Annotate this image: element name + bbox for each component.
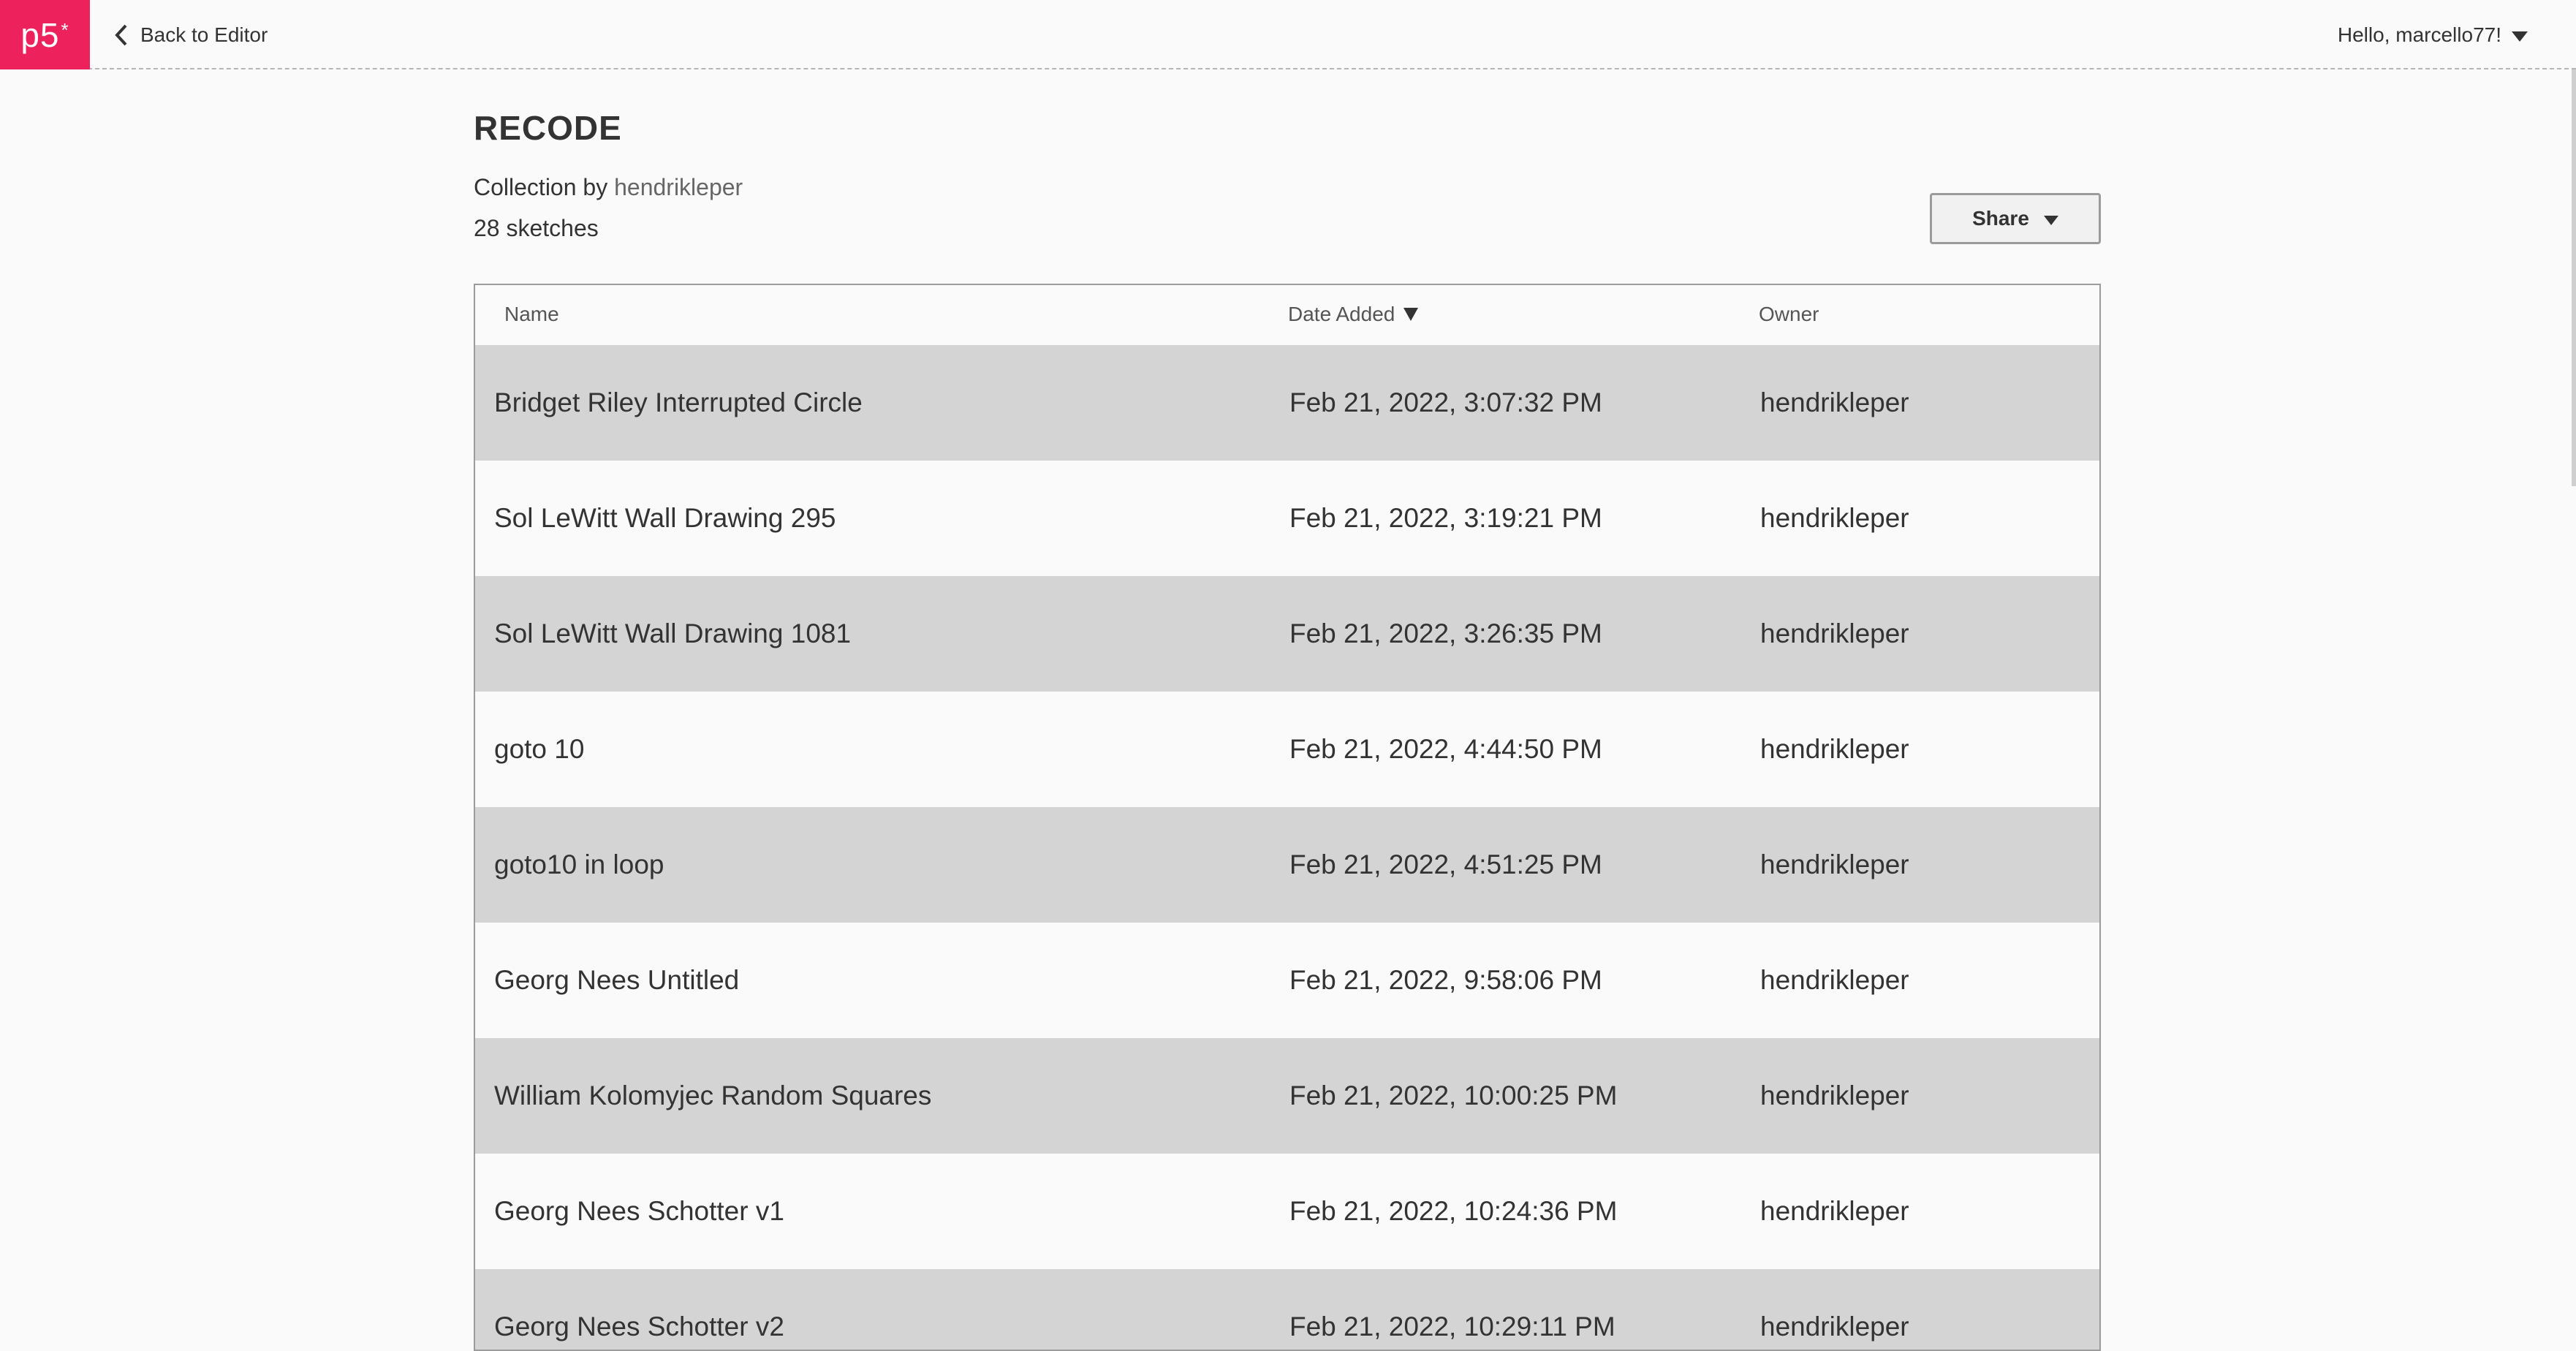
date-added-cell: Feb 21, 2022, 3:19:21 PM <box>1289 503 1602 533</box>
logo-star: * <box>61 19 69 41</box>
share-label: Share <box>1972 207 2029 230</box>
chevron-left-icon <box>114 23 130 48</box>
table-row[interactable]: Georg Nees Schotter v2 Feb 21, 2022, 10:2… <box>475 1269 2099 1350</box>
owner-cell: hendrikleper <box>1760 387 1909 417</box>
table-row[interactable]: Georg Nees Untitled Feb 21, 2022, 9:58:06… <box>475 923 2099 1038</box>
user-menu[interactable]: Hello, marcello77! <box>2338 18 2528 53</box>
owner-cell: hendrikleper <box>1760 618 1909 648</box>
date-added-cell: Feb 21, 2022, 9:58:06 PM <box>1289 965 1602 995</box>
table-row[interactable]: Georg Nees Schotter v1 Feb 21, 2022, 10:2… <box>475 1154 2099 1269</box>
caret-down-icon <box>2043 207 2058 230</box>
owner-cell: hendrikleper <box>1760 965 1909 995</box>
sketch-name-cell[interactable]: goto10 in loop <box>494 849 664 880</box>
table-row[interactable]: William Kolomyjec Random Squares Feb 21, … <box>475 1038 2099 1154</box>
date-added-cell: Feb 21, 2022, 3:07:32 PM <box>1289 387 1602 417</box>
table-row[interactable]: Sol LeWitt Wall Drawing 1081 Feb 21, 2022… <box>475 576 2099 692</box>
column-header-date-label: Date Added <box>1288 303 1395 325</box>
sketch-name-cell[interactable]: Georg Nees Schotter v2 <box>494 1312 784 1342</box>
date-added-cell: Feb 21, 2022, 10:24:36 PM <box>1289 1196 1618 1226</box>
top-nav: p5 * Back to Editor Hello, marcello77! <box>0 0 2576 69</box>
column-header-name-label: Name <box>504 303 559 325</box>
column-header-owner[interactable]: Owner <box>1759 303 1819 326</box>
back-to-editor-label: Back to Editor <box>140 23 268 46</box>
owner-cell: hendrikleper <box>1760 1196 1909 1226</box>
collection-byline: Collection by hendrikleper <box>474 174 743 201</box>
table-header: Name Date Added Owner <box>475 285 2099 345</box>
user-greeting: Hello, marcello77! <box>2337 23 2501 46</box>
sketch-name-cell[interactable]: goto 10 <box>494 734 584 765</box>
sketch-table: Name Date Added Owner Bridget Riley Inte… <box>474 284 2101 1351</box>
sketch-name-cell[interactable]: Georg Nees Schotter v1 <box>494 1196 784 1227</box>
scrollbar[interactable] <box>2572 69 2576 486</box>
sketch-count: 28 sketches <box>474 215 599 241</box>
sort-descending-icon <box>1403 303 1419 326</box>
date-added-cell: Feb 21, 2022, 3:26:35 PM <box>1289 618 1602 648</box>
collection-owner-link[interactable]: hendrikleper <box>614 174 743 200</box>
byline-prefix: Collection by <box>474 174 608 200</box>
table-body: Bridget Riley Interrupted Circle Feb 21, … <box>475 345 2099 1350</box>
owner-cell: hendrikleper <box>1760 503 1909 533</box>
date-added-cell: Feb 21, 2022, 4:44:50 PM <box>1289 734 1602 764</box>
owner-cell: hendrikleper <box>1760 734 1909 764</box>
column-header-name[interactable]: Name <box>504 303 559 326</box>
p5-logo[interactable]: p5 * <box>0 0 90 69</box>
column-header-owner-label: Owner <box>1759 303 1819 325</box>
date-added-cell: Feb 21, 2022, 10:29:11 PM <box>1289 1312 1615 1341</box>
logo-text: p5 <box>20 15 60 54</box>
date-added-cell: Feb 21, 2022, 10:00:25 PM <box>1289 1081 1618 1110</box>
column-header-date-added[interactable]: Date Added <box>1288 303 1419 326</box>
share-button[interactable]: Share <box>1930 193 2101 244</box>
sketch-name-cell[interactable]: Bridget Riley Interrupted Circle <box>494 387 863 418</box>
owner-cell: hendrikleper <box>1760 1081 1909 1110</box>
date-added-cell: Feb 21, 2022, 4:51:25 PM <box>1289 849 1602 879</box>
table-row[interactable]: goto 10 Feb 21, 2022, 4:44:50 PM hendrikle… <box>475 692 2099 807</box>
table-row[interactable]: Bridget Riley Interrupted Circle Feb 21, … <box>475 345 2099 461</box>
sketch-name-cell[interactable]: William Kolomyjec Random Squares <box>494 1081 931 1111</box>
caret-down-icon <box>2512 23 2528 47</box>
table-row[interactable]: Sol LeWitt Wall Drawing 295 Feb 21, 2022,… <box>475 461 2099 576</box>
page-title: RECODE <box>474 109 622 147</box>
sketch-name-cell[interactable]: Georg Nees Untitled <box>494 965 739 996</box>
owner-cell: hendrikleper <box>1760 849 1909 879</box>
sketch-name-cell[interactable]: Sol LeWitt Wall Drawing 295 <box>494 503 836 534</box>
table-row[interactable]: goto10 in loop Feb 21, 2022, 4:51:25 PM he… <box>475 807 2099 923</box>
sketch-name-cell[interactable]: Sol LeWitt Wall Drawing 1081 <box>494 618 851 649</box>
owner-cell: hendrikleper <box>1760 1312 1909 1341</box>
back-to-editor-link[interactable]: Back to Editor <box>114 18 268 53</box>
